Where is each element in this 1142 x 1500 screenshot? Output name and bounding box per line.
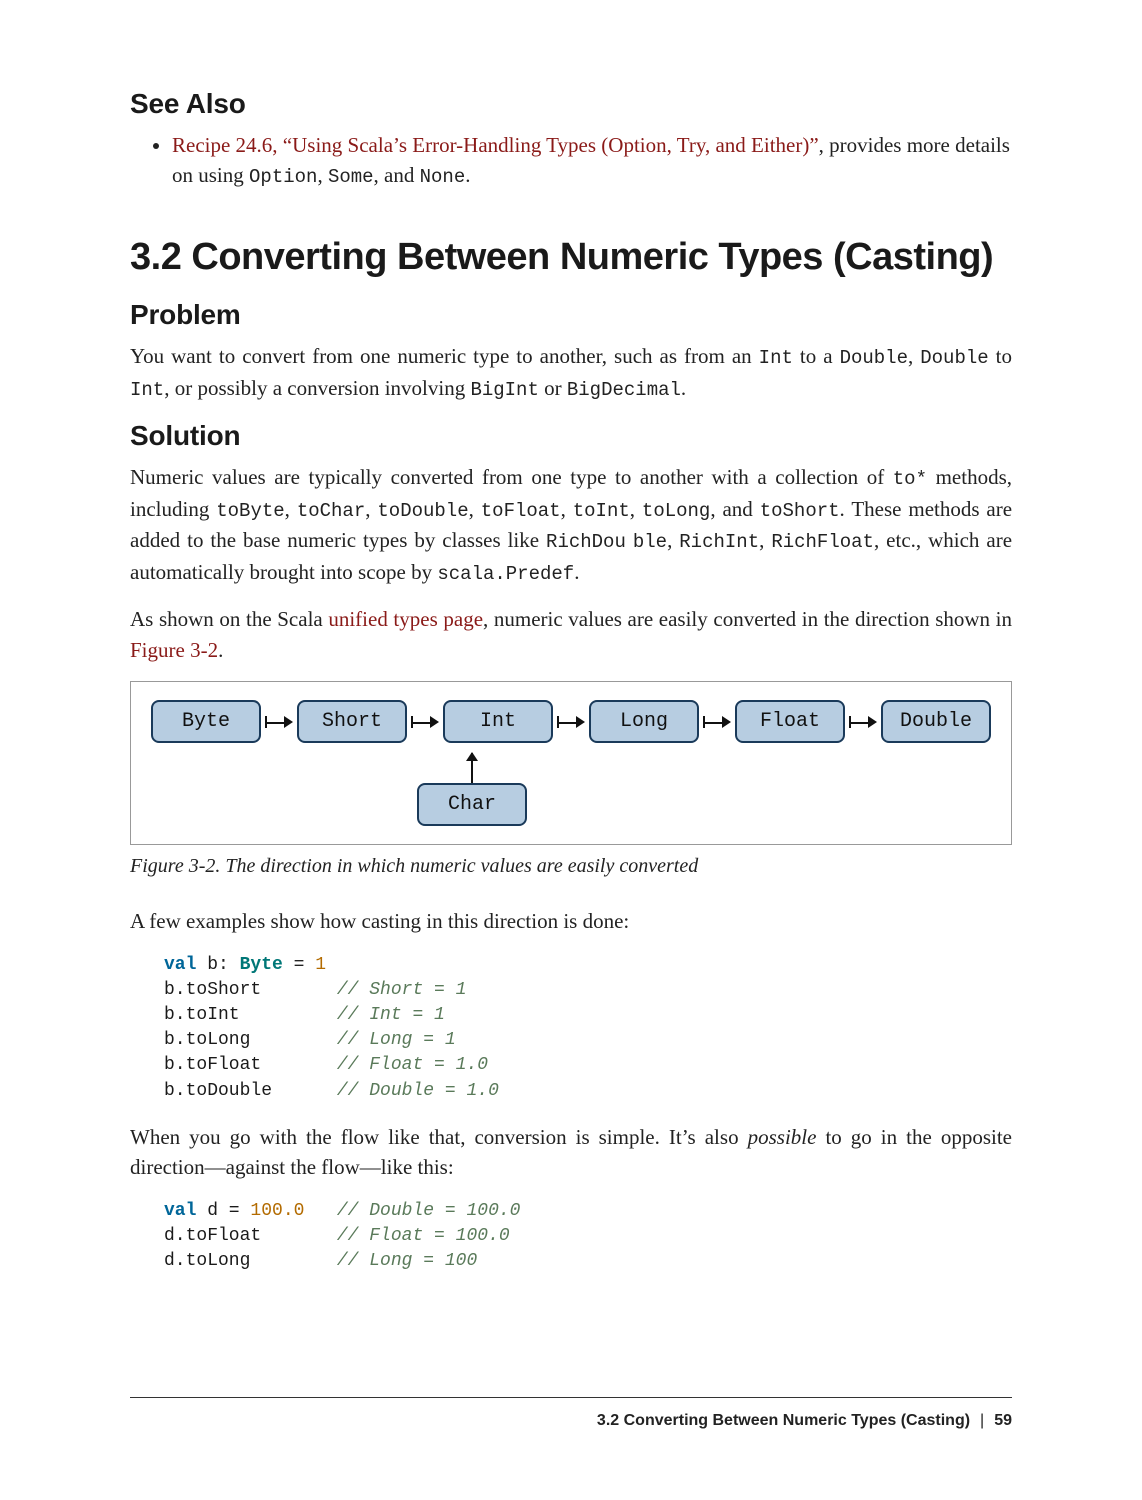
code-int: Int [759,347,793,369]
figure-3-2-diagram: Byte Short Int Long Float Double Char [130,681,1012,845]
page: See Also Recipe 24.6, “Using Scala’s Err… [0,0,1142,1500]
solution-paragraph-1: Numeric values are typically converted f… [130,462,1012,588]
type-byte: Byte [151,700,261,743]
solution-heading: Solution [130,420,1012,452]
arrow-icon [411,712,439,732]
arrow-icon [703,712,731,732]
figure-3-2-link[interactable]: Figure 3-2 [130,638,218,662]
problem-paragraph: You want to convert from one numeric typ… [130,341,1012,404]
code-some: Some [328,166,374,188]
casting-intro: A few examples show how casting in this … [130,906,1012,936]
see-also-list: Recipe 24.6, “Using Scala’s Error-Handli… [130,130,1012,192]
char-column: Char [419,753,525,826]
arrow-up-icon [471,753,473,783]
see-also-heading: See Also [130,88,1012,120]
arrow-icon [849,712,877,732]
possible-emphasis: possible [748,1125,817,1149]
type-short: Short [297,700,407,743]
arrow-icon [557,712,585,732]
see-also-item: Recipe 24.6, “Using Scala’s Error-Handli… [172,130,1012,192]
code-block-2: val d = 100.0 // Double = 100.0 d.toFloa… [164,1199,1012,1275]
code-option: Option [249,166,317,188]
figure-caption: Figure 3-2. The direction in which numer… [130,855,1012,878]
problem-heading: Problem [130,299,1012,331]
code-bigdecimal: BigDecimal [567,379,681,401]
arrow-icon [265,712,293,732]
type-double: Double [881,700,991,743]
type-int: Int [443,700,553,743]
diagram-row-2: Char [151,753,991,826]
code-double-2: Double [920,347,988,369]
solution-paragraph-2: As shown on the Scala unified types page… [130,604,1012,665]
footer-separator: | [980,1412,984,1430]
page-footer: 3.2 Converting Between Numeric Types (Ca… [130,1397,1012,1430]
unified-types-link[interactable]: unified types page [328,607,483,631]
code-none: None [420,166,466,188]
see-also-link[interactable]: Recipe 24.6, “Using Scala’s Error-Handli… [172,133,819,157]
section-title: 3.2 Converting Between Numeric Types (Ca… [130,236,1012,279]
type-float: Float [735,700,845,743]
code-bigint: BigInt [470,379,538,401]
flow-paragraph: When you go with the flow like that, con… [130,1122,1012,1183]
diagram-row-1: Byte Short Int Long Float Double [151,700,991,743]
page-number: 59 [994,1412,1012,1430]
type-long: Long [589,700,699,743]
code-double: Double [840,347,908,369]
footer-title: 3.2 Converting Between Numeric Types (Ca… [597,1412,970,1430]
code-block-1: val b: Byte = 1 b.toShort // Short = 1 b… [164,953,1012,1104]
code-int-2: Int [130,379,164,401]
type-char: Char [417,783,527,826]
